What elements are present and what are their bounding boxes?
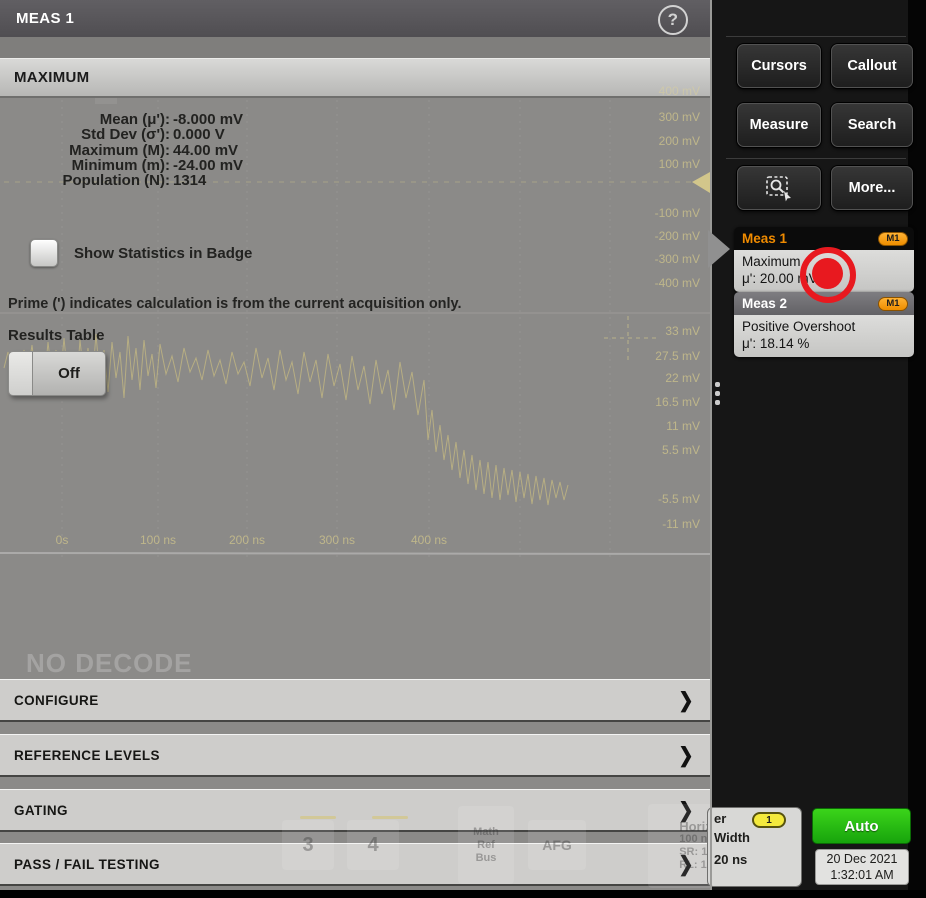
panel-titlebar: MEAS 1 ? bbox=[0, 0, 710, 37]
meas1-source-pill: M1 bbox=[878, 232, 908, 246]
zoom-axis-label: 27.5 mV bbox=[655, 349, 700, 363]
stat-label: Mean (μ'): bbox=[0, 112, 170, 127]
cursors-button[interactable]: Cursors bbox=[737, 44, 821, 88]
meas2-type: Positive Overshoot bbox=[742, 318, 906, 335]
axis-label: -300 mV bbox=[655, 252, 700, 266]
divider bbox=[726, 36, 906, 37]
channel-marker-arrow bbox=[692, 172, 710, 193]
accordion-reference-levels[interactable]: REFERENCE LEVELS ❯ bbox=[0, 734, 710, 777]
chevron-right-icon: ❯ bbox=[679, 688, 694, 712]
axis-label: -100 mV bbox=[655, 206, 700, 220]
axis-label: 100 mV bbox=[659, 157, 700, 171]
show-statistics-label: Show Statistics in Badge bbox=[74, 245, 252, 262]
results-table-toggle[interactable]: Off bbox=[8, 351, 106, 396]
meas2-source-pill: M1 bbox=[878, 297, 908, 311]
oscilloscope-screen: 400 mV 300 mV 200 mV 100 mV -100 mV -200… bbox=[0, 0, 926, 898]
results-table-label: Results Table bbox=[8, 327, 104, 344]
trigger-badge[interactable]: er 1 Width 20 ns bbox=[707, 807, 802, 887]
zoom-select-button[interactable] bbox=[737, 166, 821, 210]
stat-label: Std Dev (σ'): bbox=[0, 127, 170, 142]
time-text: 1:32:01 AM bbox=[830, 867, 893, 883]
panel-gap bbox=[0, 37, 710, 58]
time-label: 100 ns bbox=[128, 533, 188, 547]
click-indicator-dot bbox=[812, 258, 843, 289]
chevron-right-icon: ❯ bbox=[679, 743, 694, 767]
sidebar-drag-grip[interactable] bbox=[715, 382, 720, 409]
stat-value: -24.00 mV bbox=[173, 158, 243, 173]
stat-row: Std Dev (σ'): 0.000 V bbox=[0, 127, 243, 142]
trigger-source-pill: 1 bbox=[752, 812, 786, 828]
stat-value: 44.00 mV bbox=[173, 143, 243, 158]
time-label: 200 ns bbox=[217, 533, 277, 547]
zoom-axis-label: 16.5 mV bbox=[655, 395, 700, 409]
accordion-label: GATING bbox=[14, 803, 68, 818]
no-decode-ghost-text: NO DECODE bbox=[26, 648, 192, 679]
zoom-select-icon bbox=[764, 174, 794, 202]
meas1-title: Meas 1 bbox=[742, 231, 878, 246]
measurement-type-header: MAXIMUM bbox=[0, 58, 710, 98]
show-statistics-checkbox[interactable] bbox=[30, 239, 58, 267]
stat-label: Maximum (M): bbox=[0, 143, 170, 158]
measure-button[interactable]: Measure bbox=[737, 103, 821, 147]
meas2-title: Meas 2 bbox=[742, 296, 878, 311]
statistics-block: Mean (μ'): -8.000 mV Std Dev (σ'): 0.000… bbox=[0, 112, 243, 188]
time-label: 0s bbox=[32, 533, 92, 547]
measurement-panel: 400 mV 300 mV 200 mV 100 mV -100 mV -200… bbox=[0, 0, 710, 890]
accordion-configure[interactable]: CONFIGURE ❯ bbox=[0, 679, 710, 722]
zoom-axis-label: 11 mV bbox=[666, 419, 700, 433]
divider bbox=[726, 158, 906, 159]
time-label: 300 ns bbox=[307, 533, 367, 547]
show-statistics-row: Show Statistics in Badge bbox=[30, 239, 252, 267]
zoom-axis-label: -5.5 mV bbox=[658, 492, 700, 506]
prime-note: Prime (') indicates calculation is from … bbox=[8, 296, 462, 312]
stat-row: Maximum (M): 44.00 mV bbox=[0, 143, 243, 158]
axis-label: -200 mV bbox=[655, 229, 700, 243]
measurement-type-label: MAXIMUM bbox=[14, 69, 89, 86]
panel-title: MEAS 1 bbox=[16, 10, 74, 27]
panel-expand-handle[interactable] bbox=[708, 230, 730, 268]
axis-label: 200 mV bbox=[659, 134, 700, 148]
time-label: 400 ns bbox=[399, 533, 459, 547]
meas2-value: μ': 18.14 % bbox=[742, 335, 906, 352]
trigger-type: Width bbox=[714, 830, 750, 845]
stat-value: 1314 bbox=[173, 173, 243, 188]
accordion-label: REFERENCE LEVELS bbox=[14, 748, 160, 763]
panel-sidebar-divider bbox=[710, 0, 712, 890]
axis-label: 300 mV bbox=[659, 110, 700, 124]
right-sidebar: Cursors Callout Measure Search More... M… bbox=[710, 0, 926, 890]
trigger-title-partial: er bbox=[714, 811, 726, 826]
accordion-label: CONFIGURE bbox=[14, 693, 99, 708]
zoom-axis-label: 22 mV bbox=[665, 371, 700, 385]
stat-label: Minimum (m): bbox=[0, 158, 170, 173]
stat-value: -8.000 mV bbox=[173, 112, 243, 127]
accordion-gating[interactable]: GATING ❯ bbox=[0, 789, 710, 832]
accordion-label: PASS / FAIL TESTING bbox=[14, 857, 160, 872]
help-icon[interactable]: ? bbox=[658, 5, 688, 35]
zoom-axis-label: -11 mV bbox=[662, 517, 700, 531]
accordion-pass-fail-testing[interactable]: PASS / FAIL TESTING ❯ bbox=[0, 843, 710, 886]
search-button[interactable]: Search bbox=[831, 103, 913, 147]
axis-label: -400 mV bbox=[655, 276, 700, 290]
more-button[interactable]: More... bbox=[831, 166, 913, 210]
axis-label: 400 mV bbox=[659, 84, 700, 98]
datetime-display[interactable]: 20 Dec 2021 1:32:01 AM bbox=[815, 849, 909, 885]
zoom-axis-label: 33 mV bbox=[665, 324, 700, 338]
acquisition-mode-button[interactable]: Auto bbox=[812, 808, 911, 844]
stat-label: Population (N): bbox=[0, 173, 170, 188]
zoom-axis-label: 5.5 mV bbox=[662, 443, 700, 457]
callout-button[interactable]: Callout bbox=[831, 44, 913, 88]
toggle-knob bbox=[8, 351, 33, 396]
meas2-badge-body: Positive Overshoot μ': 18.14 % bbox=[734, 315, 914, 357]
chevron-right-icon: ❯ bbox=[679, 852, 694, 876]
stat-row: Mean (μ'): -8.000 mV bbox=[0, 112, 243, 127]
stat-row: Population (N): 1314 bbox=[0, 173, 243, 188]
stat-value: 0.000 V bbox=[173, 127, 243, 142]
stat-row: Minimum (m): -24.00 mV bbox=[0, 158, 243, 173]
chevron-right-icon: ❯ bbox=[679, 798, 694, 822]
toggle-state-label: Off bbox=[33, 351, 106, 396]
trigger-value: 20 ns bbox=[714, 852, 747, 867]
date-text: 20 Dec 2021 bbox=[827, 851, 898, 867]
